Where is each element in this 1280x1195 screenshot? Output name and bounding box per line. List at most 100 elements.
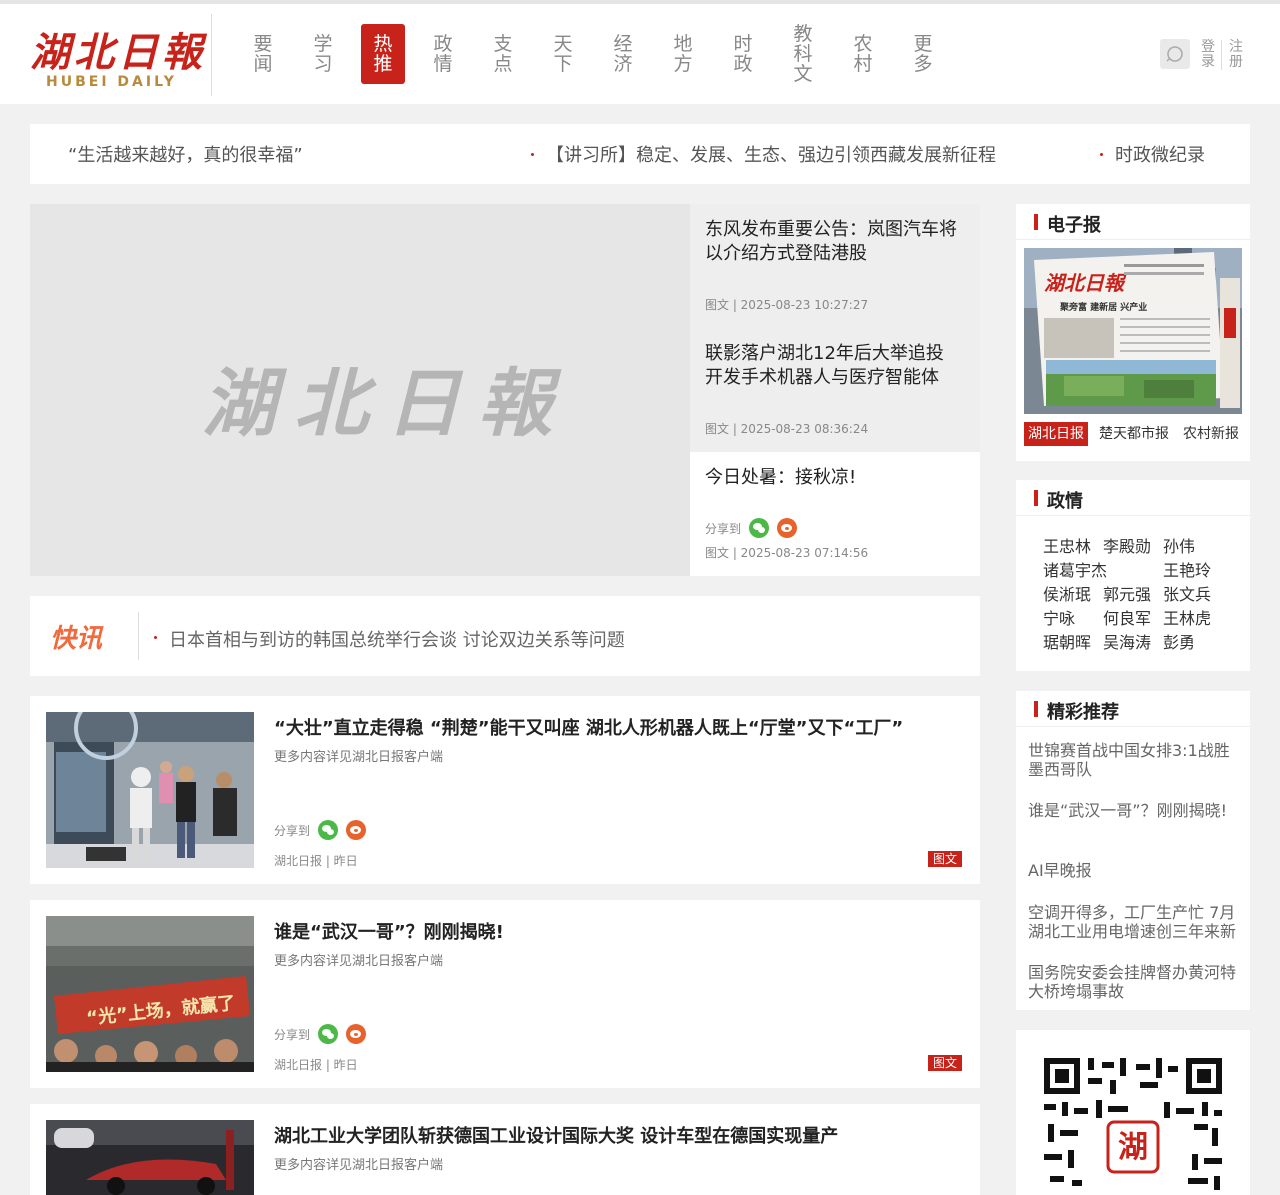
- article-subtitle: 更多内容详见湖北日报客户端: [274, 1158, 444, 1173]
- weibo-icon[interactable]: [346, 820, 367, 840]
- hero-watermark: 湖北日報: [202, 361, 570, 447]
- nav-item-gengduo[interactable]: 更多: [901, 24, 945, 84]
- search-icon: [1166, 46, 1183, 62]
- recommend-box: 精彩推荐 世锦赛首战中国女排3:1战胜墨西哥队 谁是“武汉一哥”？刚刚揭晓! A…: [1016, 691, 1250, 1010]
- side-news-title[interactable]: 今日处暑：接秋凉!: [705, 466, 965, 490]
- wechat-icon[interactable]: [318, 1024, 339, 1044]
- epaper-thumbnail[interactable]: 湖北日報 聚旁富 建新居 兴产业: [1024, 248, 1242, 414]
- nav-item-nongcun[interactable]: 农村: [841, 24, 885, 84]
- nav-item-xuexi[interactable]: 学习: [301, 24, 345, 84]
- recommend-item[interactable]: 谁是“武汉一哥”？刚刚揭晓!: [1028, 801, 1240, 820]
- article-meta: 湖北日报 | 昨日: [274, 1058, 358, 1072]
- qr-code-box: 湖: [1016, 1030, 1250, 1195]
- article-type-badge: 图文: [928, 1055, 963, 1071]
- official-name-link[interactable]: 王林虎: [1163, 605, 1211, 629]
- epaper-headline: 聚旁富 建新居 兴产业: [1059, 301, 1147, 313]
- headline-ticker: “生活越来越好，真的很幸福” 【讲习所】稳定、发展、生态、强边引领西藏发展新征程…: [30, 124, 1250, 184]
- weibo-icon[interactable]: [346, 1024, 367, 1044]
- wechat-icon[interactable]: [318, 820, 339, 840]
- official-name-link[interactable]: 王忠林: [1043, 533, 1091, 557]
- flash-divider: [138, 612, 139, 660]
- article-title[interactable]: 湖北工业大学团队斩获德国工业设计国际大奖 设计车型在德国实现量产: [274, 1122, 964, 1148]
- recommend-item[interactable]: 世锦赛首战中国女排3:1战胜墨西哥队: [1028, 741, 1240, 779]
- article-card[interactable]: 湖北工业大学团队斩获德国工业设计国际大奖 设计车型在德国实现量产 更多内容详见湖…: [30, 1104, 980, 1195]
- official-name-link[interactable]: 琚朝晖: [1043, 629, 1091, 653]
- side-news-meta: 图文 | 2025-08-23 07:14:56: [705, 546, 869, 560]
- article-card[interactable]: “光”上场，就赢了 谁是“武汉一哥”？刚刚揭晓! 更多内容详见湖北日报客户端 分…: [30, 900, 980, 1088]
- article-thumbnail[interactable]: “光”上场，就赢了: [46, 916, 254, 1072]
- official-name-link[interactable]: 郭元强: [1103, 581, 1151, 605]
- article-thumbnail[interactable]: [46, 712, 254, 868]
- article-meta: 湖北日报 | 昨日: [274, 854, 358, 868]
- hero-section: 湖北日報 东风发布重要公告：岚图汽车将以介绍方式登陆港股 图文 | 2025-0…: [30, 204, 980, 576]
- epaper-masthead: 湖北日報: [1044, 271, 1127, 295]
- share-label: 分享到: [274, 823, 311, 838]
- side-news-title[interactable]: 联影落户湖北12年后大举追投 开发手术机器人与医疗智能体: [705, 342, 965, 390]
- wechat-icon[interactable]: [749, 518, 770, 538]
- stadium-fans-photo: “光”上场，就赢了: [46, 916, 254, 1072]
- recommend-item[interactable]: 国务院安委会挂牌督办黄河特大桥垮塌事故: [1028, 963, 1240, 1001]
- share-label: 分享到: [274, 1027, 311, 1042]
- official-name-link[interactable]: 孙伟: [1163, 533, 1195, 557]
- app-qr-code: 湖: [1044, 1058, 1222, 1195]
- search-button[interactable]: [1160, 39, 1190, 69]
- article-subtitle: 更多内容详见湖北日报客户端: [274, 750, 444, 765]
- site-header: 湖北日報 HUBEI DAILY 要闻 学习 热推 政情 支点 天下 经济 地方…: [0, 4, 1280, 104]
- ticker-item[interactable]: 【讲习所】稳定、发展、生态、强边引领西藏发展新征程: [546, 144, 996, 168]
- article-card[interactable]: “大壮”直立走得稳 “荆楚”能干又叫座 湖北人形机器人既上“厅堂”又下“工厂” …: [30, 696, 980, 884]
- official-name-link[interactable]: 彭勇: [1163, 629, 1195, 653]
- nav-item-zhengqing[interactable]: 政情: [421, 24, 465, 84]
- official-name-link[interactable]: 吴海涛: [1103, 629, 1151, 653]
- article-subtitle: 更多内容详见湖北日报客户端: [274, 954, 444, 969]
- recommend-title: 精彩推荐: [1047, 702, 1119, 723]
- official-name-link[interactable]: 何良军: [1103, 605, 1151, 629]
- side-news-item[interactable]: 联影落户湖北12年后大举追投 开发手术机器人与医疗智能体 图文 | 2025-0…: [690, 328, 980, 452]
- epaper-tab-chutian-metro[interactable]: 楚天都市报: [1095, 422, 1173, 446]
- nav-item-retui[interactable]: 热推: [361, 24, 405, 84]
- politics-header: 政情: [1016, 480, 1250, 516]
- recommend-item[interactable]: 空调开得多，工厂生产忙 7月湖北工业用电增速创三年来新高: [1028, 903, 1240, 941]
- side-news-title[interactable]: 东风发布重要公告：岚图汽车将以介绍方式登陆港股: [705, 218, 965, 266]
- nav-item-difang[interactable]: 地方: [661, 24, 705, 84]
- share-row: 分享到: [705, 518, 798, 538]
- epaper-header: 电子报: [1016, 204, 1250, 240]
- site-logo[interactable]: 湖北日報 HUBEI DAILY: [30, 18, 202, 94]
- logo-divider: [211, 14, 212, 96]
- article-thumbnail[interactable]: [46, 1120, 254, 1195]
- article-title[interactable]: 谁是“武汉一哥”？刚刚揭晓!: [274, 918, 964, 944]
- nav-item-zhidian[interactable]: 支点: [481, 24, 525, 84]
- side-news-meta: 图文 | 2025-08-23 10:27:27: [705, 298, 869, 312]
- register-link[interactable]: 注册: [1228, 40, 1244, 70]
- epaper-tab-rural-news[interactable]: 农村新报: [1179, 422, 1243, 446]
- ticker-item[interactable]: “生活越来越好，真的很幸福”: [68, 144, 303, 168]
- official-name-link[interactable]: 宁咏: [1043, 605, 1075, 629]
- official-name-link[interactable]: 李殿勋: [1103, 533, 1151, 557]
- flash-text[interactable]: 日本首相与到访的韩国总统举行会谈 讨论双边关系等问题: [169, 626, 625, 652]
- official-name-link[interactable]: 王艳玲: [1163, 557, 1211, 581]
- politics-title: 政情: [1047, 491, 1083, 512]
- official-name-link[interactable]: 张文兵: [1163, 581, 1211, 605]
- epaper-tab-hubei-daily[interactable]: 湖北日报: [1024, 422, 1088, 446]
- side-news-item[interactable]: 今日处暑：接秋凉! 分享到 图文 | 2025-08-23 07:14:56: [690, 452, 980, 576]
- side-news-item[interactable]: 东风发布重要公告：岚图汽车将以介绍方式登陆港股 图文 | 2025-08-23 …: [690, 204, 980, 328]
- nav-item-jingji[interactable]: 经济: [601, 24, 645, 84]
- official-name-link[interactable]: 诸葛宇杰: [1043, 557, 1107, 581]
- article-title[interactable]: “大壮”直立走得稳 “荆楚”能干又叫座 湖北人形机器人既上“厅堂”又下“工厂”: [274, 714, 964, 740]
- share-label: 分享到: [705, 521, 742, 536]
- official-name-link[interactable]: 侯淅珉: [1043, 581, 1091, 605]
- ticker-item[interactable]: 时政微纪录: [1115, 144, 1205, 168]
- nav-item-jiaokewen[interactable]: 教科文: [781, 24, 825, 84]
- login-link[interactable]: 登录: [1200, 40, 1216, 70]
- hero-image[interactable]: 湖北日報: [30, 204, 690, 576]
- recommend-item[interactable]: AI早晚报: [1028, 861, 1240, 880]
- logo-english: HUBEI DAILY: [46, 74, 177, 90]
- nav-item-shizheng[interactable]: 时政: [721, 24, 765, 84]
- qr-center-logo: 湖: [1118, 1130, 1148, 1165]
- recommend-header: 精彩推荐: [1016, 691, 1250, 727]
- flash-news-bar: 快讯 日本首相与到访的韩国总统举行会谈 讨论双边关系等问题: [30, 596, 980, 676]
- epaper-box: 电子报 湖北日報 聚旁富 建新居 兴产业 湖北日报 楚天都市报 农村新报: [1016, 204, 1250, 461]
- nav-item-yaowen[interactable]: 要闻: [241, 24, 285, 84]
- weibo-icon[interactable]: [777, 518, 798, 538]
- robot-expo-photo: [46, 712, 254, 868]
- nav-item-tianxia[interactable]: 天下: [541, 24, 585, 84]
